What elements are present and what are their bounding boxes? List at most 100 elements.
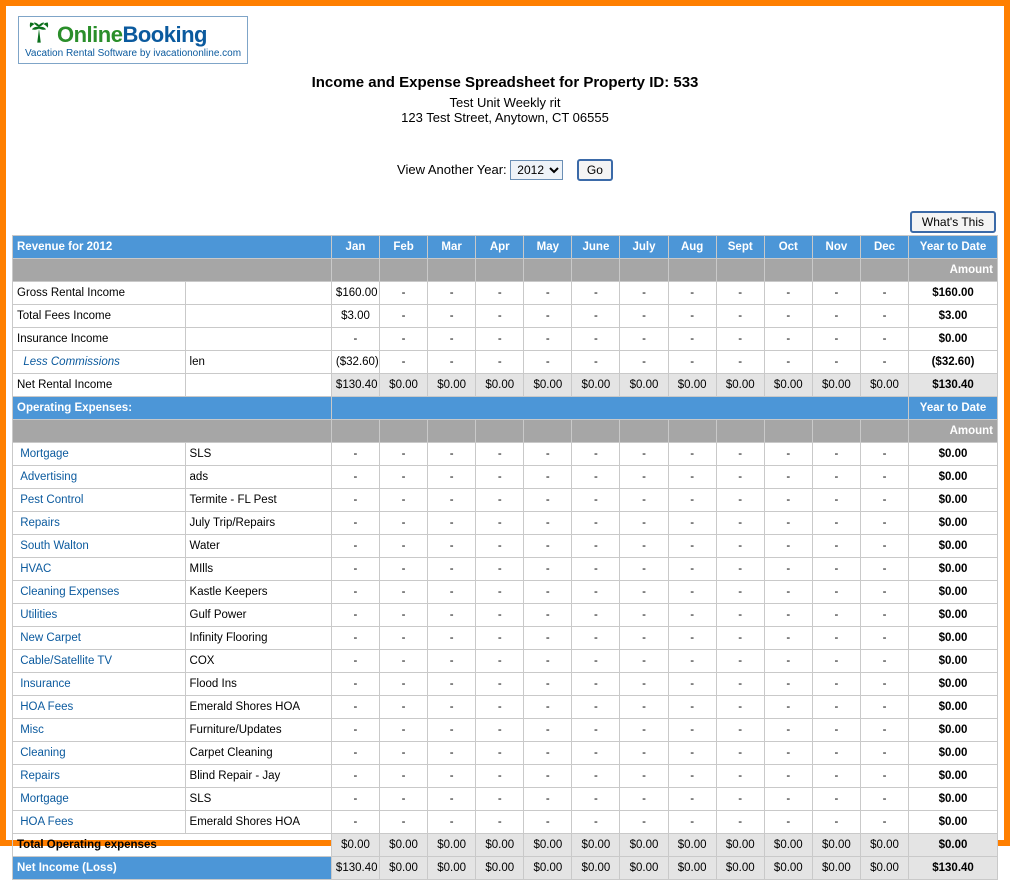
month-header: Oct (764, 236, 812, 259)
cell: - (716, 811, 764, 834)
cell: - (428, 811, 476, 834)
cell: - (716, 719, 764, 742)
cell: - (668, 351, 716, 374)
cell: - (812, 351, 860, 374)
cell: - (476, 627, 524, 650)
cell: $0.00 (331, 834, 379, 857)
cell: $0.00 (620, 857, 668, 880)
cell: - (524, 696, 572, 719)
expense-row-label[interactable]: Cleaning (13, 742, 186, 765)
go-button[interactable]: Go (577, 159, 613, 181)
expense-row-label[interactable]: Misc (13, 719, 186, 742)
expense-row-label[interactable]: Mortgage (13, 788, 186, 811)
ytd-cell: $130.40 (909, 857, 998, 880)
cell: - (331, 558, 379, 581)
expense-row-label[interactable]: HOA Fees (13, 696, 186, 719)
cell: - (812, 305, 860, 328)
cell: - (860, 282, 908, 305)
cell: - (716, 604, 764, 627)
expense-row-label[interactable]: Mortgage (13, 443, 186, 466)
expense-row-label[interactable]: Cable/Satellite TV (13, 650, 186, 673)
cell: - (476, 742, 524, 765)
expense-row-label[interactable]: New Carpet (13, 627, 186, 650)
cell: - (380, 512, 428, 535)
expense-row-label[interactable]: South Walton (13, 535, 186, 558)
cell: - (572, 443, 620, 466)
cell: - (812, 742, 860, 765)
cell: - (668, 305, 716, 328)
expense-row-vendor: Infinity Flooring (185, 627, 331, 650)
cell: - (764, 466, 812, 489)
cell: - (716, 305, 764, 328)
cell: - (428, 788, 476, 811)
expense-row-label[interactable]: Cleaning Expenses (13, 581, 186, 604)
cell: - (331, 535, 379, 558)
cell: - (476, 673, 524, 696)
cell: - (860, 765, 908, 788)
cell: $0.00 (428, 834, 476, 857)
cell: - (476, 351, 524, 374)
cell: - (380, 328, 428, 351)
cell: - (428, 512, 476, 535)
cell: - (812, 788, 860, 811)
cell: - (331, 788, 379, 811)
page-title: Income and Expense Spreadsheet for Prope… (12, 74, 998, 91)
expense-row-label[interactable]: Insurance (13, 673, 186, 696)
month-header: Apr (476, 236, 524, 259)
cell: - (716, 742, 764, 765)
month-header: Sept (716, 236, 764, 259)
cell: - (620, 466, 668, 489)
cell: - (716, 466, 764, 489)
cell: - (860, 742, 908, 765)
expense-row-label[interactable]: Advertising (13, 466, 186, 489)
expense-row-label[interactable]: Repairs (13, 512, 186, 535)
cell: - (476, 696, 524, 719)
cell: - (524, 719, 572, 742)
cell: - (860, 466, 908, 489)
cell: - (331, 811, 379, 834)
cell: - (524, 742, 572, 765)
cell: - (524, 673, 572, 696)
cell: - (764, 558, 812, 581)
expense-row-label[interactable]: Repairs (13, 765, 186, 788)
cell: - (428, 650, 476, 673)
cell: - (620, 696, 668, 719)
ytd-cell: $0.00 (909, 466, 998, 489)
cell: - (764, 719, 812, 742)
cell: - (812, 466, 860, 489)
revenue-row-label[interactable]: Less Commissions (13, 351, 186, 374)
expense-row-label[interactable]: HOA Fees (13, 811, 186, 834)
net-rental-label: Net Rental Income (13, 374, 186, 397)
cell: - (860, 328, 908, 351)
revenue-row-vendor (185, 305, 331, 328)
cell: - (620, 581, 668, 604)
cell: - (860, 627, 908, 650)
year-select[interactable]: 2012 (510, 160, 563, 180)
cell: - (380, 351, 428, 374)
cell: - (380, 535, 428, 558)
ytd-header: Year to Date (909, 236, 998, 259)
whats-this-button[interactable]: What's This (910, 211, 996, 233)
expense-row-label[interactable]: HVAC (13, 558, 186, 581)
cell: - (572, 282, 620, 305)
cell: $0.00 (380, 834, 428, 857)
cell: - (428, 466, 476, 489)
cell: - (716, 765, 764, 788)
spreadsheet-table: Revenue for 2012JanFebMarAprMayJuneJulyA… (12, 235, 998, 880)
cell: - (860, 535, 908, 558)
month-header: June (572, 236, 620, 259)
cell: - (428, 673, 476, 696)
cell: $0.00 (524, 374, 572, 397)
cell: $0.00 (380, 374, 428, 397)
cell: - (668, 466, 716, 489)
cell: - (572, 742, 620, 765)
ytd-cell: $0.00 (909, 581, 998, 604)
cell: - (572, 765, 620, 788)
cell: $0.00 (428, 374, 476, 397)
expense-row-label[interactable]: Utilities (13, 604, 186, 627)
expense-row-label[interactable]: Pest Control (13, 489, 186, 512)
cell: - (331, 512, 379, 535)
cell: - (716, 650, 764, 673)
revenue-row-vendor (185, 282, 331, 305)
ytd-cell: $0.00 (909, 328, 998, 351)
